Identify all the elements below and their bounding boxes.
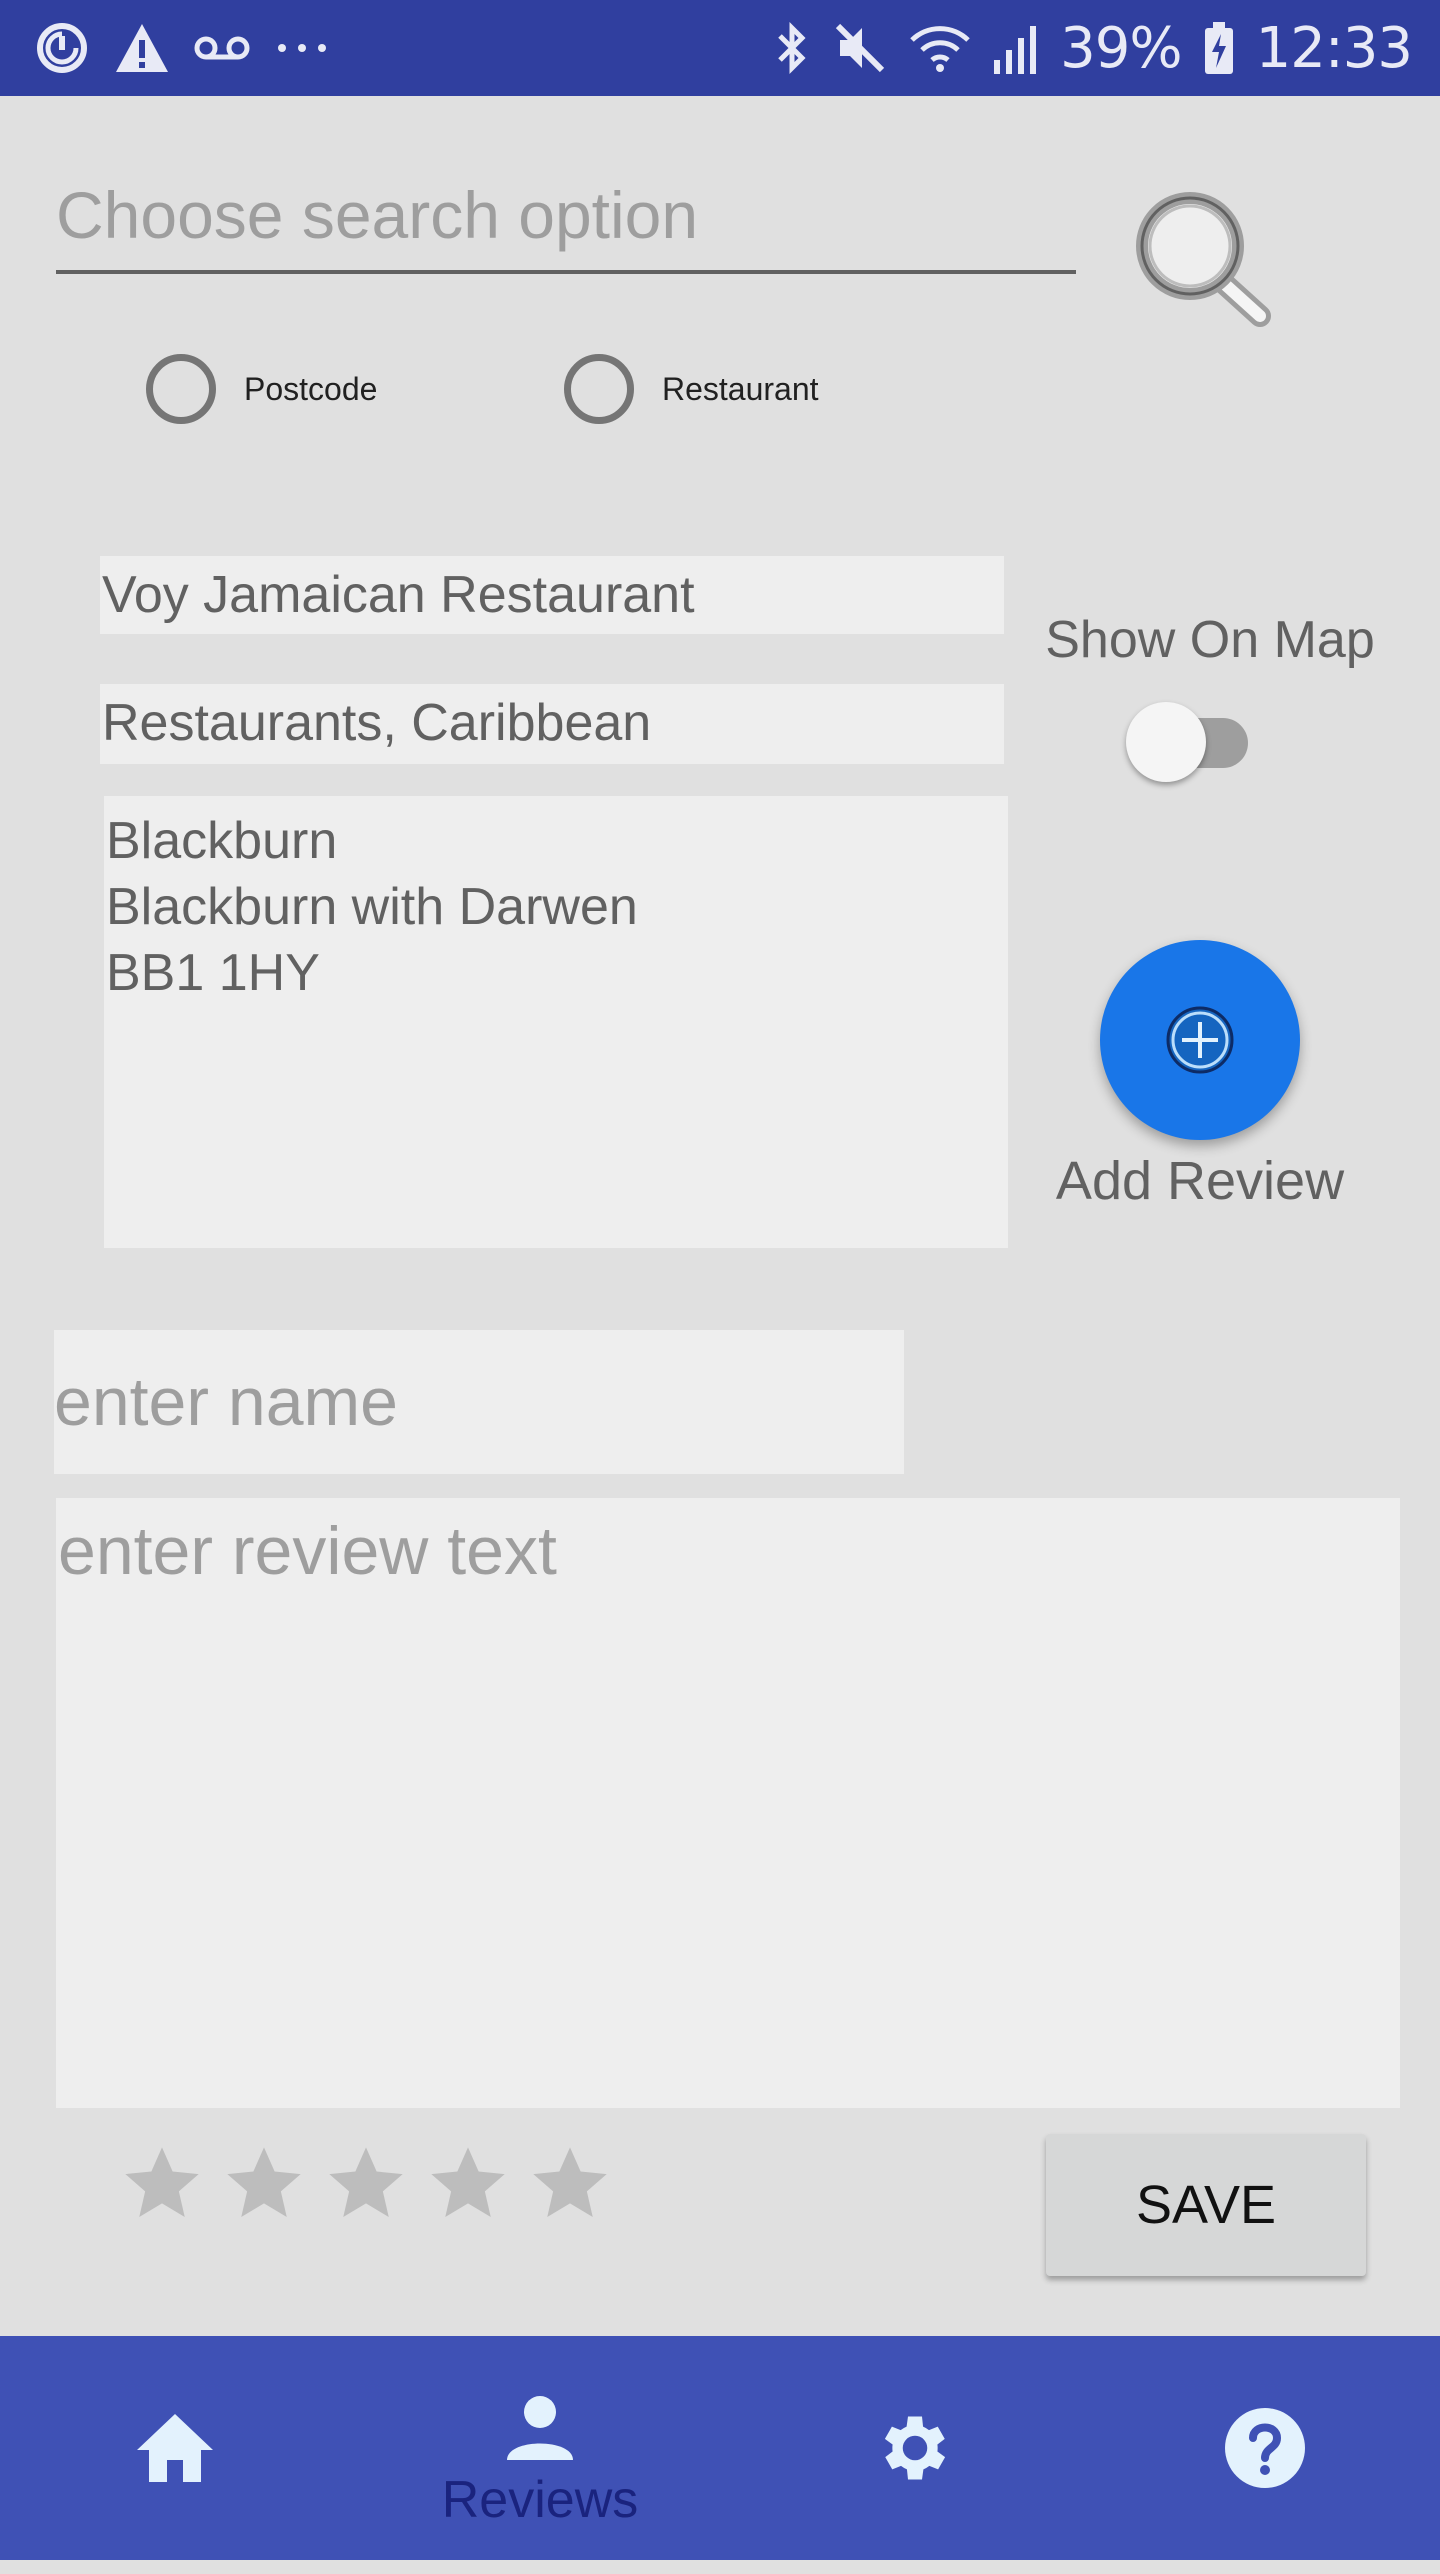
sync-icon xyxy=(37,23,87,73)
restaurant-address-field[interactable]: Blackburn Blackburn with Darwen BB1 1HY xyxy=(104,796,1008,1248)
battery-icon xyxy=(1204,22,1233,74)
nav-item-reviews[interactable]: Reviews xyxy=(410,2350,670,2574)
star-icon[interactable] xyxy=(220,2140,308,2228)
bluetooth-icon xyxy=(778,21,806,75)
help-icon xyxy=(1225,2408,1305,2488)
person-icon xyxy=(507,2396,573,2460)
restaurant-name-field[interactable]: Voy Jamaican Restaurant xyxy=(100,556,1004,634)
show-on-map-toggle[interactable] xyxy=(1126,700,1258,784)
nav-item-home[interactable] xyxy=(80,2336,270,2560)
gear-icon xyxy=(884,2416,946,2480)
battery-percent: 39% xyxy=(1060,15,1182,81)
nav-item-settings[interactable] xyxy=(820,2336,1010,2560)
add-circle-icon xyxy=(1166,1006,1234,1074)
reviewer-name-input[interactable] xyxy=(54,1330,904,1474)
save-button[interactable]: SAVE xyxy=(1046,2134,1366,2276)
add-review-label: Add Review xyxy=(1055,1151,1345,1211)
star-icon[interactable] xyxy=(118,2140,206,2228)
home-icon xyxy=(137,2414,213,2482)
star-icon[interactable] xyxy=(322,2140,410,2228)
mute-icon xyxy=(836,23,885,73)
star-icon[interactable] xyxy=(526,2140,614,2228)
status-bar: 39% 12:33 xyxy=(0,0,1440,96)
radio-restaurant[interactable]: Restaurant xyxy=(564,354,819,424)
search-input[interactable] xyxy=(56,160,1076,274)
warning-icon xyxy=(116,24,168,72)
clock: 12:33 xyxy=(1255,15,1413,81)
voicemail-icon xyxy=(194,36,250,60)
nav-item-help[interactable] xyxy=(1170,2336,1360,2560)
radio-label: Postcode xyxy=(244,370,378,407)
wifi-icon xyxy=(910,26,970,72)
radio-label: Restaurant xyxy=(662,370,819,407)
more-icon xyxy=(278,44,326,52)
star-icon[interactable] xyxy=(424,2140,512,2228)
radio-postcode[interactable]: Postcode xyxy=(146,354,377,424)
review-text-input[interactable] xyxy=(56,1498,1400,2108)
add-review-button[interactable] xyxy=(1100,940,1300,1140)
search-icon xyxy=(1136,192,1271,327)
toggle-thumb xyxy=(1126,702,1206,782)
show-on-map-label: Show On Map xyxy=(1045,611,1375,669)
bottom-navigation: Reviews xyxy=(0,2336,1440,2560)
search-button[interactable] xyxy=(1130,186,1280,336)
restaurant-category-field[interactable]: Restaurants, Caribbean xyxy=(100,684,1004,764)
radio-circle[interactable] xyxy=(146,354,216,424)
rating-bar[interactable] xyxy=(118,2140,614,2228)
signal-icon xyxy=(994,26,1037,74)
radio-circle[interactable] xyxy=(564,354,634,424)
nav-item-label: Reviews xyxy=(441,2471,639,2529)
